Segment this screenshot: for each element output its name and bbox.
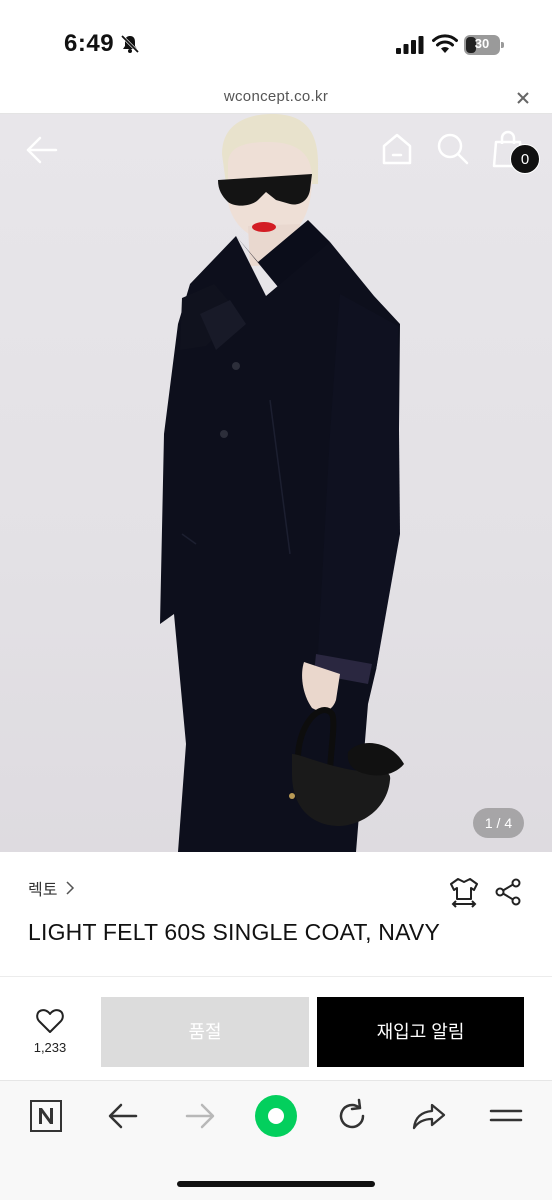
brand-name[interactable]: 렉토	[28, 876, 57, 900]
close-icon[interactable]	[515, 90, 531, 106]
battery-icon: 30	[464, 35, 504, 55]
product-photo	[160, 114, 404, 852]
wifi-icon	[432, 34, 458, 53]
size-guide-icon[interactable]	[448, 876, 480, 908]
green-dot-icon[interactable]	[254, 1094, 298, 1138]
wishlist-button[interactable]: 1,233	[24, 1008, 76, 1064]
refresh-icon[interactable]	[332, 1096, 372, 1136]
image-page-indicator: 1 / 4	[473, 808, 524, 838]
back-arrow-icon[interactable]	[103, 1096, 143, 1136]
forward-arrow-icon[interactable]	[180, 1096, 220, 1136]
chevron-right-icon	[66, 881, 75, 895]
brand-link[interactable]: 렉토	[28, 876, 77, 900]
url-bar[interactable]: wconcept.co.kr	[0, 84, 552, 114]
wishlist-count: 1,233	[33, 1040, 67, 1055]
status-time: 6:49	[64, 30, 115, 57]
share-arrow-icon[interactable]	[409, 1096, 449, 1136]
share-icon[interactable]	[494, 878, 522, 906]
heart-icon[interactable]	[36, 1008, 64, 1034]
cellular-signal-icon	[396, 36, 424, 54]
menu-icon[interactable]	[486, 1096, 526, 1136]
naver-icon[interactable]	[26, 1096, 66, 1136]
soldout-button[interactable]: 품절	[101, 997, 309, 1067]
divider	[0, 976, 552, 977]
restock-alert-button[interactable]: 재입고 알림	[317, 997, 524, 1067]
url-domain[interactable]: wconcept.co.kr	[0, 88, 552, 105]
home-icon[interactable]	[380, 132, 414, 166]
product-title: LIGHT FELT 60S SINGLE COAT, NAVY	[28, 919, 441, 945]
search-icon[interactable]	[436, 132, 470, 166]
cart-count-badge[interactable]: 0	[510, 144, 540, 174]
bell-muted-icon	[120, 34, 140, 54]
product-image-carousel[interactable]: 0 1 / 4	[0, 114, 552, 852]
home-indicator[interactable]	[177, 1181, 375, 1187]
status-bar: 6:49 30	[0, 0, 552, 84]
battery-percent: 30	[474, 36, 490, 51]
back-arrow-icon[interactable]	[24, 134, 60, 166]
